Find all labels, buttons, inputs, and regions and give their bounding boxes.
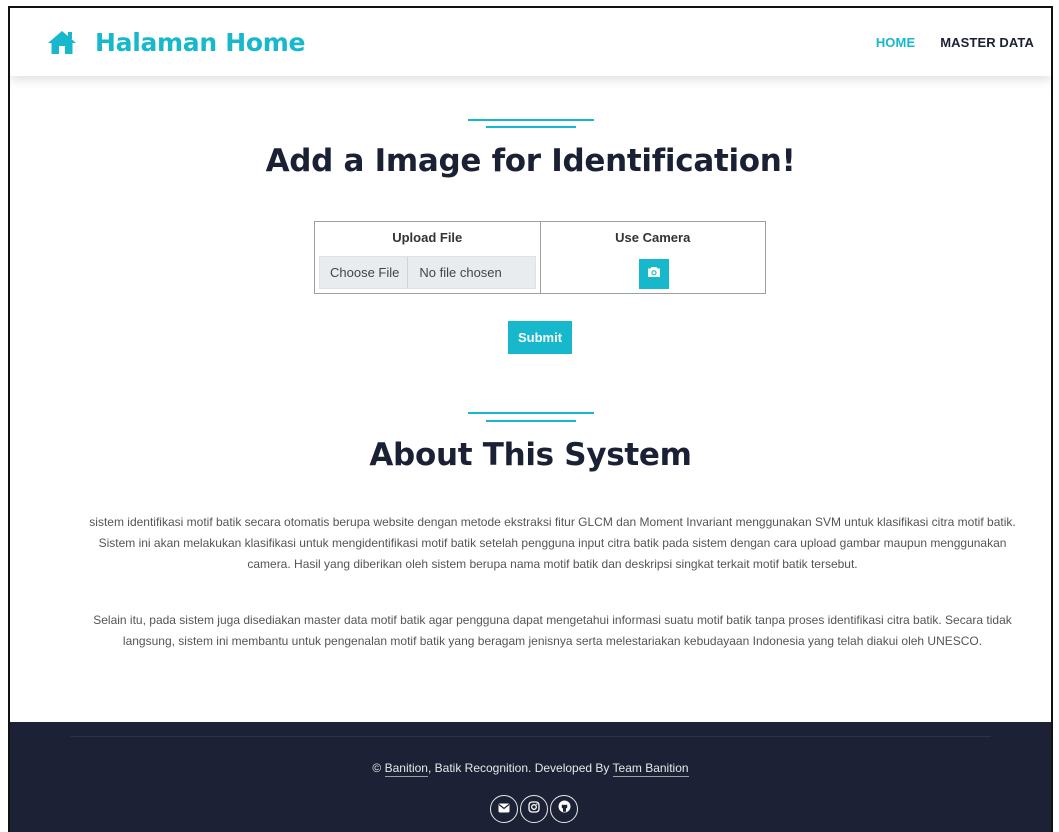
home-icon [47,29,77,55]
instagram-link[interactable] [520,795,548,823]
envelope-icon [498,800,510,818]
use-camera-column: Use Camera [539,222,766,293]
upload-table: Upload File Choose File No file chosen U… [314,221,766,294]
github-link[interactable] [550,795,578,823]
about-paragraph-1: sistem identifikasi motif batik secara o… [89,515,1016,571]
footer-copyright: © Banition, Batik Recognition. Developed… [10,761,1051,777]
footer: © Banition, Batik Recognition. Developed… [10,722,1051,832]
social-links [490,795,578,823]
camera-icon [647,265,661,283]
brand-title: Halaman Home [95,27,306,57]
brand-link[interactable]: Halaman Home [47,28,305,57]
file-status: No file chosen [419,265,502,280]
file-input[interactable]: Choose File No file chosen [319,256,536,289]
instagram-icon [528,800,540,818]
section-divider [467,412,594,414]
upload-section-title: Add a Image for Identification! [265,143,796,179]
footer-team-link[interactable]: Team Banition [612,761,689,777]
upload-file-column: Upload File Choose File No file chosen [315,222,540,293]
copyright-symbol: © [372,761,382,775]
submit-button[interactable]: Submit [508,321,572,354]
camera-button[interactable] [638,259,669,289]
about-paragraph-2: Selain itu, pada sistem juga disediakan … [93,613,1012,648]
footer-copy-text: , Batik Recognition. Developed By [427,761,613,775]
section-divider-sub [485,126,576,128]
upload-file-label: Upload File [392,230,463,245]
nav-links: HOME MASTER DATA [860,35,1043,50]
github-icon [558,800,571,818]
footer-brand-link[interactable]: Banition [384,761,428,777]
browser-viewport: Halaman Home HOME MASTER DATA Add a Imag… [8,6,1053,832]
footer-divider [70,736,991,737]
main-content: Add a Image for Identification! Upload F… [10,76,1051,722]
email-link[interactable] [490,795,518,823]
choose-file-button[interactable]: Choose File [320,257,409,288]
nav-link-master-data[interactable]: MASTER DATA [924,35,1043,50]
navbar: Halaman Home HOME MASTER DATA [10,8,1051,76]
nav-link-home[interactable]: HOME [860,35,924,50]
use-camera-label: Use Camera [615,230,691,245]
section-divider-sub [485,420,576,422]
about-section-title: About This System [369,437,692,473]
section-divider [467,119,594,121]
